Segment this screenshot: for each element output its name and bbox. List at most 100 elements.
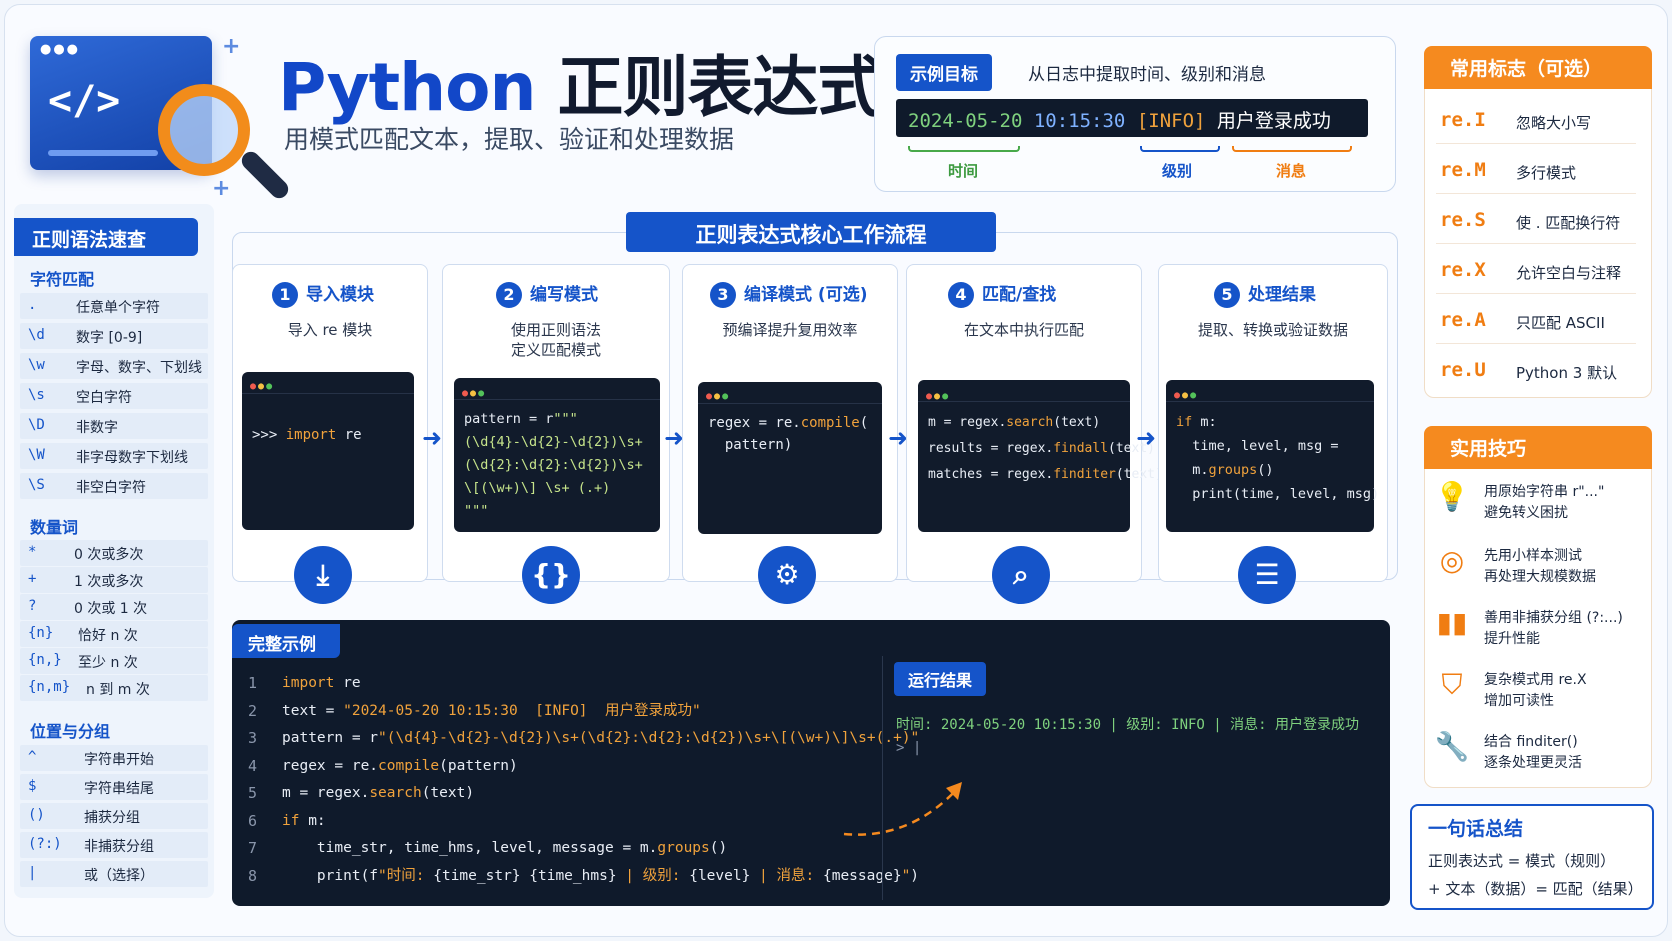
syntax-desc: 字符串结尾 — [84, 781, 154, 797]
syntax-desc: 空白字符 — [76, 390, 132, 406]
plus-icon: + — [222, 34, 241, 59]
syntax-row: {n,m} n 到 m 次 — [20, 675, 208, 701]
syntax-desc: n 到 m 次 — [86, 682, 150, 698]
title-python: Python — [278, 49, 536, 126]
flag-row: re.S 使 . 匹配换行符 — [1436, 198, 1636, 244]
syntax-row: \S 非空白字符 — [20, 473, 208, 499]
summary-title: 一句话总结 — [1428, 818, 1524, 840]
syntax-desc: 0 次或多次 — [74, 547, 144, 563]
log-level: [INFO] — [1136, 110, 1206, 132]
syntax-row: (?:) 非捕获分组 — [20, 832, 208, 858]
dashed-arrow-icon — [843, 782, 962, 836]
syntax-key: + — [28, 571, 37, 587]
syntax-desc: 至少 n 次 — [78, 655, 138, 671]
syntax-row: +1 次或多次 — [20, 567, 208, 593]
terminal-dots: ●●● — [698, 386, 882, 404]
cheatsheet-title: 正则语法速查 — [14, 218, 198, 256]
tip-line: 再处理大规模数据 — [1484, 569, 1596, 585]
summary-line-2: + 文本（数据）= 匹配（结果） — [1428, 880, 1643, 898]
bar-chart-icon: ▮▮ — [1436, 606, 1468, 639]
level-label: 级别 — [1162, 162, 1193, 180]
flag-desc: Python 3 默认 — [1516, 364, 1618, 382]
syntax-row: {n,} 至少 n 次 — [20, 648, 208, 674]
terminal-prompt: > | — [896, 740, 922, 756]
full-example-tag: 完整示例 — [232, 624, 340, 658]
message-brace — [1232, 146, 1352, 152]
arrow-right-icon: ➜ — [1136, 424, 1157, 452]
syntax-row: * 0 次或多次 — [20, 540, 208, 566]
line-number: 2 — [248, 701, 258, 720]
line-number: 6 — [248, 811, 258, 830]
window-dots: ●●● — [40, 42, 81, 57]
flag-row: re.U Python 3 默认 — [1436, 348, 1636, 394]
syntax-key: * — [28, 544, 37, 560]
tip-item: ◎ 先用小样本测试 再处理大规模数据 — [1434, 544, 1644, 604]
terminal-dots: ●●● — [1166, 384, 1374, 402]
flag-desc: 使 . 匹配换行符 — [1516, 214, 1621, 232]
syntax-desc: 字符串开始 — [84, 752, 154, 768]
flag-row: re.I 忽略大小写 — [1436, 98, 1636, 144]
terminal-dots: ●●● — [242, 376, 414, 394]
syntax-key: . — [28, 297, 37, 313]
step-3-desc: 预编译提升复用效率 — [722, 321, 858, 339]
log-line: 2024-05-20 10:15:30 [INFO] 用户登录成功 — [896, 99, 1368, 137]
tip-line: 结合 finditer() — [1484, 734, 1578, 750]
log-date: 2024-05-20 — [908, 110, 1023, 132]
step-4-terminal: ●●● m = regex.search(text) results = rege… — [918, 380, 1163, 532]
step-title-text: 处理结果 — [1248, 285, 1316, 305]
workflow-title: 正则表达式核心工作流程 — [626, 212, 996, 252]
flag-key: re.I — [1440, 109, 1486, 131]
step-4-desc: 在文本中执行匹配 — [963, 321, 1084, 339]
syntax-desc: 0 次或 1 次 — [74, 601, 148, 617]
result-output: 时间: 2024-05-20 10:15:30 | 级别: INFO | 消息:… — [896, 717, 1360, 733]
flag-row: re.M 多行模式 — [1436, 148, 1636, 194]
syntax-desc: 非字母数字下划线 — [76, 450, 188, 466]
line-number: 1 — [248, 674, 258, 692]
syntax-desc: 恰好 n 次 — [78, 628, 138, 644]
step-title-text: 编写模式 — [530, 285, 598, 305]
page-title: Python 正则表达式 — [278, 34, 883, 130]
syntax-key: {n} — [28, 625, 54, 641]
step-number: 2 — [496, 282, 522, 308]
target-icon: ◎ — [1439, 544, 1465, 577]
tip-line: 提升性能 — [1484, 631, 1540, 647]
tip-line: 避免转义困扰 — [1484, 505, 1568, 521]
time-brace — [908, 146, 1020, 152]
syntax-desc: 非数字 — [76, 420, 118, 436]
wrench-icon: 🔧 — [1434, 730, 1470, 763]
lightbulb-icon: 💡 — [1434, 480, 1470, 513]
step-1-title: 1 导入模块 — [272, 280, 374, 308]
syntax-desc: 捕获分组 — [84, 810, 140, 826]
step-2-terminal: ●●● pattern = r""" (\d{4}-\d{2}-\d{2})\s+… — [454, 378, 660, 532]
tip-line: 复杂模式用 re.X — [1484, 672, 1587, 688]
arrow-right-icon: ➜ — [422, 424, 443, 452]
step-title-text: 导入模块 — [306, 285, 374, 305]
download-icon: ⤓ — [294, 546, 352, 604]
syntax-row: ^ 字符串开始 — [20, 745, 208, 771]
step-title-text: 匹配/查找 — [982, 285, 1057, 305]
syntax-key: \d — [28, 327, 45, 343]
tip-line: 逐条处理更灵活 — [1484, 755, 1582, 771]
gear-icon: ⚙ — [758, 546, 816, 604]
example-target-desc: 从日志中提取时间、级别和消息 — [1028, 65, 1266, 85]
syntax-row: \d 数字 [0-9] — [20, 323, 208, 349]
step-3-title: 3 编译模式 (可选) — [710, 280, 867, 308]
terminal-dots: ●●● — [454, 382, 660, 400]
time-label: 时间 — [948, 162, 979, 180]
syntax-key: {n,m} — [28, 679, 71, 695]
step-2-desc: 使用正则语法 定义匹配模式 — [510, 321, 601, 359]
step-number: 4 — [948, 282, 974, 308]
step-5-terminal: ●●● if m: time, level, msg = m.groups() p… — [1166, 380, 1379, 532]
syntax-row: \D 非数字 — [20, 413, 208, 439]
message-label: 消息 — [1276, 162, 1307, 180]
page-subtitle: 用模式匹配文本，提取、验证和处理数据 — [284, 125, 735, 154]
level-brace — [1140, 146, 1220, 152]
document-icon: ☰ — [1238, 546, 1296, 604]
syntax-row: $ 字符串结尾 — [20, 774, 208, 800]
syntax-key: {n,} — [28, 652, 62, 668]
flag-desc: 多行模式 — [1516, 164, 1577, 182]
line-number: 5 — [248, 784, 258, 802]
syntax-key: ? — [28, 598, 37, 614]
syntax-key: \s — [28, 387, 45, 403]
tip-item: ⛉ 复杂模式用 re.X 增加可读性 — [1434, 668, 1644, 728]
